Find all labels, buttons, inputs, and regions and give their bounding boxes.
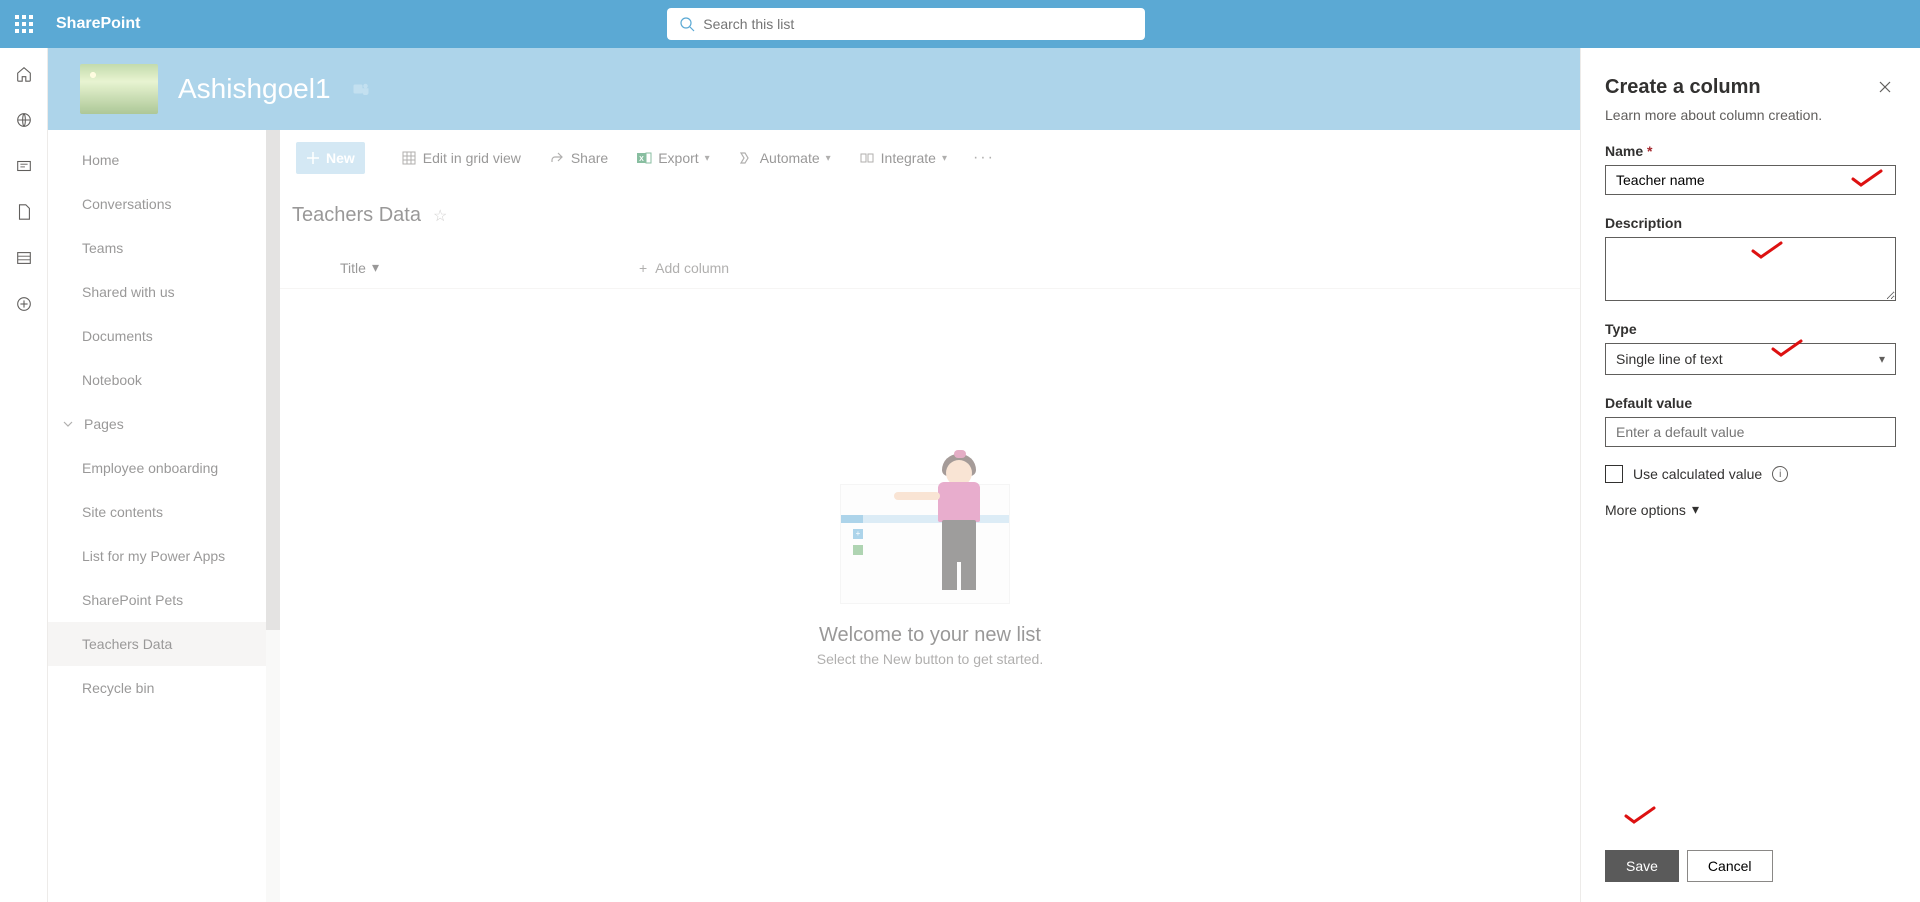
default-value-input[interactable] <box>1605 417 1896 447</box>
app-launcher-icon[interactable] <box>8 8 40 40</box>
close-icon[interactable] <box>1874 76 1896 101</box>
default-value-label: Default value <box>1605 395 1896 411</box>
plus-icon <box>306 151 320 165</box>
list-icon[interactable] <box>14 248 34 268</box>
sidenav-item-notebook[interactable]: Notebook <box>48 358 280 402</box>
column-header-title[interactable]: Title ▾ <box>340 259 379 276</box>
file-icon[interactable] <box>14 202 34 222</box>
type-label: Type <box>1605 321 1896 337</box>
cmd-label: Edit in grid view <box>423 150 521 166</box>
use-calculated-label: Use calculated value <box>1633 466 1762 482</box>
panel-title: Create a column <box>1605 76 1761 99</box>
integrate-icon <box>859 150 875 166</box>
edit-grid-button[interactable]: Edit in grid view <box>391 142 531 174</box>
name-label: Name * <box>1605 143 1896 159</box>
search-input[interactable] <box>703 16 1133 32</box>
use-calculated-checkbox[interactable] <box>1605 465 1623 483</box>
annotation-check-icon <box>1623 806 1659 826</box>
more-options-toggle[interactable]: More options ▾ <box>1605 501 1896 518</box>
nav-rail <box>0 48 48 902</box>
sidenav-item-site-contents[interactable]: Site contents <box>48 490 280 534</box>
cmd-label: Export <box>658 150 698 166</box>
chevron-down-icon: ▾ <box>372 259 379 276</box>
site-header: Ashishgoel1 <box>48 48 1580 130</box>
sidenav-item-teachers-data[interactable]: Teachers Data <box>48 622 280 666</box>
search-box[interactable] <box>667 8 1145 40</box>
new-button-label: New <box>326 150 355 166</box>
col-label: Title <box>340 260 366 276</box>
info-icon[interactable]: i <box>1772 466 1788 482</box>
sidenav-item-pages[interactable]: Pages <box>48 402 280 446</box>
cancel-button[interactable]: Cancel <box>1687 850 1773 882</box>
sidenav-item-documents[interactable]: Documents <box>48 314 280 358</box>
chevron-down-icon <box>62 418 74 430</box>
news-icon[interactable] <box>14 156 34 176</box>
svg-text:X: X <box>639 156 644 163</box>
chevron-down-icon: ▾ <box>826 153 831 164</box>
sidenav-item-teams[interactable]: Teams <box>48 226 280 270</box>
col-label: Add column <box>655 260 729 276</box>
list-area: New Edit in grid view Share X Export <box>280 130 1580 902</box>
empty-title: Welcome to your new list <box>819 624 1041 647</box>
scrollbar-track[interactable] <box>266 130 280 902</box>
integrate-button[interactable]: Integrate ▾ <box>849 142 957 174</box>
sidenav-item-shared[interactable]: Shared with us <box>48 270 280 314</box>
chevron-down-icon: ▾ <box>1879 352 1885 366</box>
name-input[interactable] <box>1605 165 1896 195</box>
share-button[interactable]: Share <box>539 142 618 174</box>
site-name[interactable]: Ashishgoel1 <box>178 73 331 105</box>
teams-icon[interactable] <box>351 80 371 98</box>
sidenav-item-list-power-apps[interactable]: List for my Power Apps <box>48 534 280 578</box>
site-logo[interactable] <box>80 64 158 114</box>
column-header-row: Title ▾ + Add column <box>280 247 1580 289</box>
flow-icon <box>738 150 754 166</box>
cmd-label: Share <box>571 150 608 166</box>
scrollbar-thumb[interactable] <box>266 130 280 630</box>
more-button[interactable]: ··· <box>965 149 1003 167</box>
grid-icon <box>401 150 417 166</box>
save-button[interactable]: Save <box>1605 850 1679 882</box>
description-label: Description <box>1605 215 1896 231</box>
sidenav-item-employee-onboarding[interactable]: Employee onboarding <box>48 446 280 490</box>
automate-button[interactable]: Automate ▾ <box>728 142 841 174</box>
empty-subtitle: Select the New button to get started. <box>817 651 1043 667</box>
share-icon <box>549 150 565 166</box>
type-select[interactable]: Single line of text ▾ <box>1605 343 1896 375</box>
globe-icon[interactable] <box>14 110 34 130</box>
app-name[interactable]: SharePoint <box>56 15 140 33</box>
chevron-down-icon: ▾ <box>705 153 710 164</box>
new-button[interactable]: New <box>296 142 365 174</box>
chevron-down-icon: ▾ <box>942 153 947 164</box>
home-icon[interactable] <box>14 64 34 84</box>
side-nav: Home Conversations Teams Shared with us … <box>48 130 280 902</box>
list-title: Teachers Data <box>292 204 421 227</box>
suite-bar: SharePoint <box>0 0 1920 48</box>
sidenav-item-sharepoint-pets[interactable]: SharePoint Pets <box>48 578 280 622</box>
cmd-label: Automate <box>760 150 820 166</box>
empty-state: + Welcome to your ne <box>280 289 1580 902</box>
learn-more-link[interactable]: Learn more about column creation. <box>1605 107 1896 123</box>
description-input[interactable] <box>1605 237 1896 301</box>
command-bar: New Edit in grid view Share X Export <box>280 130 1580 174</box>
excel-icon: X <box>636 150 652 166</box>
search-icon <box>679 16 695 32</box>
export-button[interactable]: X Export ▾ <box>626 142 720 174</box>
type-value: Single line of text <box>1616 351 1723 367</box>
sidenav-item-home[interactable]: Home <box>48 138 280 182</box>
create-column-panel: Create a column Learn more about column … <box>1580 48 1920 902</box>
favorite-star-icon[interactable]: ☆ <box>433 206 447 226</box>
main-column: Ashishgoel1 Home Conversations Teams Sha… <box>48 48 1580 902</box>
cmd-label: Integrate <box>881 150 936 166</box>
empty-illustration: + <box>840 444 1020 604</box>
sidenav-item-recycle-bin[interactable]: Recycle bin <box>48 666 280 710</box>
sidenav-item-label: Pages <box>84 416 124 432</box>
add-column-button[interactable]: + Add column <box>639 260 729 276</box>
sidenav-item-conversations[interactable]: Conversations <box>48 182 280 226</box>
more-options-label: More options <box>1605 502 1686 518</box>
plus-icon: + <box>639 260 647 276</box>
add-icon[interactable] <box>14 294 34 314</box>
chevron-down-icon: ▾ <box>1692 501 1699 518</box>
